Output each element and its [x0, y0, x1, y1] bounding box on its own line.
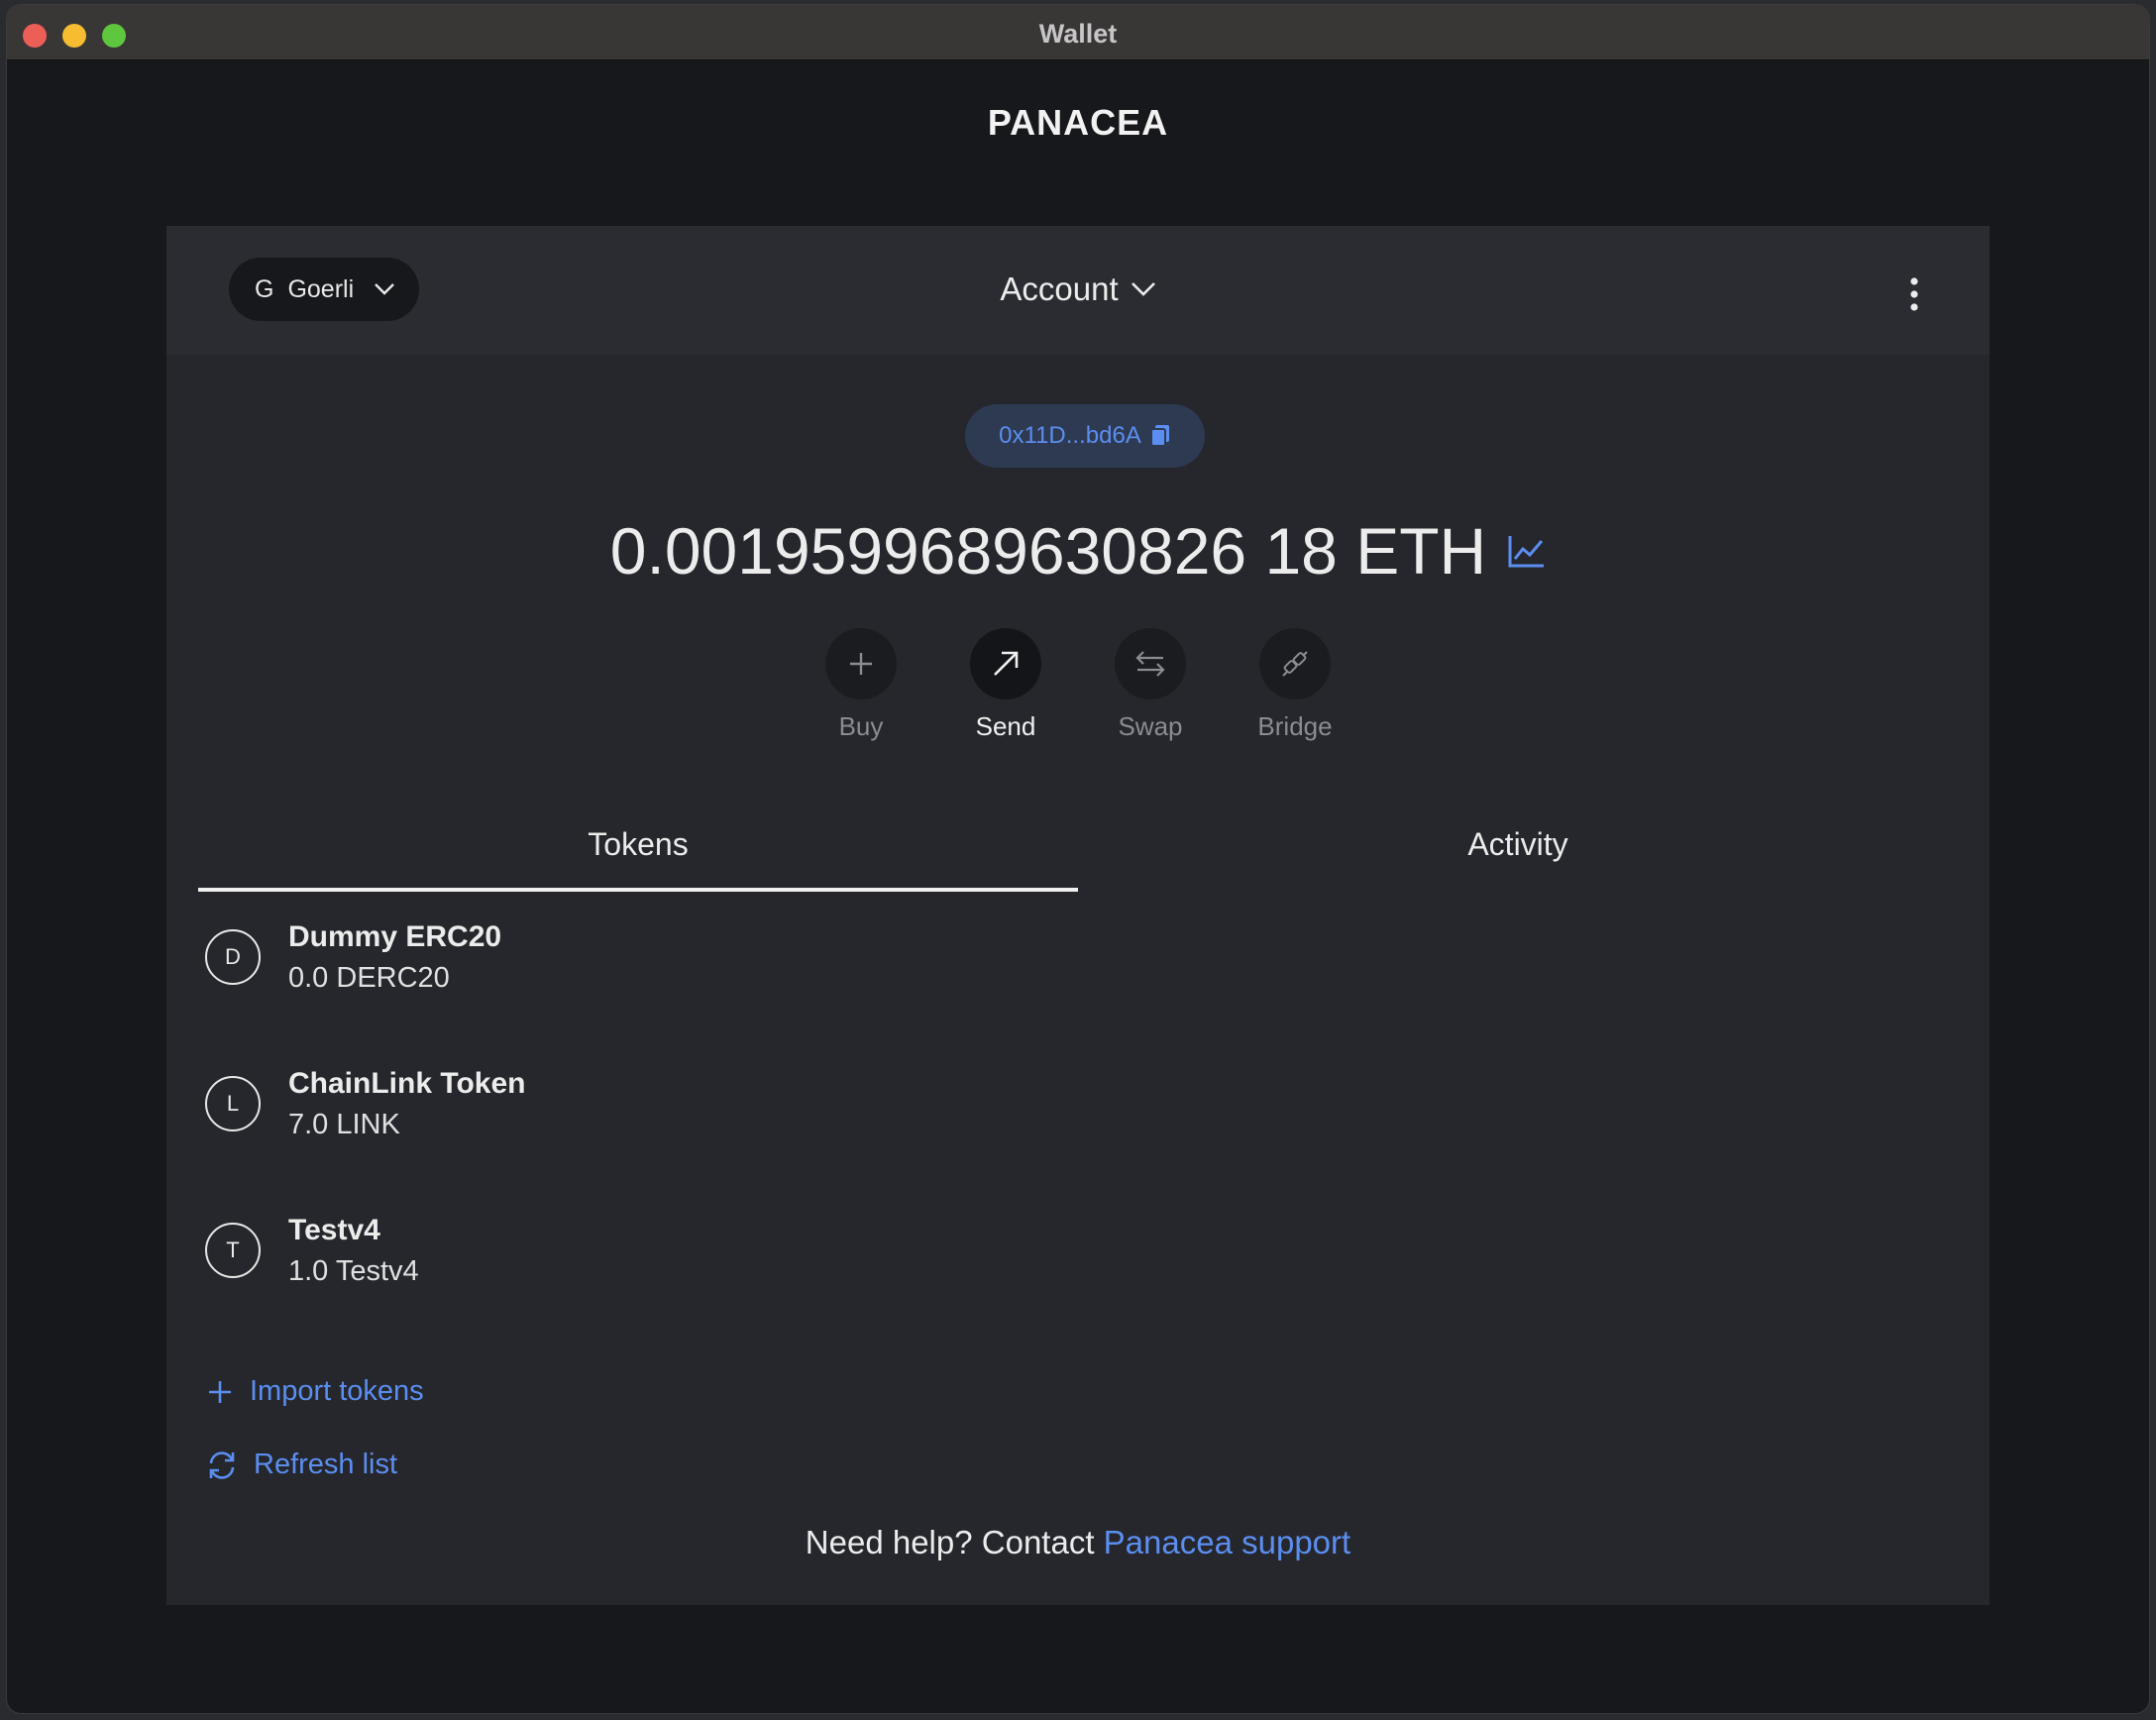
swap-button[interactable]: Swap — [1115, 628, 1186, 742]
bridge-button[interactable]: Bridge — [1257, 628, 1333, 742]
plus-icon — [209, 1380, 231, 1403]
buy-label: Buy — [838, 711, 884, 741]
token-name: Testv4 — [288, 1213, 380, 1246]
token-avatar: L — [205, 1076, 261, 1131]
tab-activity[interactable]: Activity — [1078, 801, 1958, 892]
action-buttons: Buy Send Swap Bridge — [166, 628, 1990, 742]
refresh-list-label: Refresh list — [254, 1449, 398, 1480]
account-selector[interactable]: Account — [1000, 270, 1155, 308]
token-row-derc20[interactable]: D Dummy ERC20 0.0 DERC20 — [205, 913, 501, 1002]
wallet-window: Wallet PANACEA G Goerli Account 0x11D...… — [7, 5, 2149, 1713]
chart-line-icon[interactable] — [1508, 534, 1546, 568]
token-balance: 0.0 DERC20 — [288, 961, 450, 994]
title-bar: Wallet — [7, 5, 2149, 60]
token-name: ChainLink Token — [288, 1066, 526, 1100]
plus-icon — [850, 653, 872, 675]
refresh-list-link[interactable]: Refresh list — [206, 1449, 397, 1481]
token-row-link[interactable]: L ChainLink Token 7.0 LINK — [205, 1059, 525, 1148]
help-footer: Need help? Contact Panacea support — [166, 1524, 1990, 1561]
tab-tokens[interactable]: Tokens — [198, 801, 1078, 892]
more-options-icon[interactable] — [1908, 277, 1920, 311]
bridge-icon — [1282, 651, 1308, 677]
address-copy-button[interactable]: 0x11D...bd6A — [965, 404, 1205, 468]
wallet-panel: G Goerli Account 0x11D...bd6A 0.00195996… — [166, 226, 1990, 1605]
buy-button[interactable]: Buy — [825, 628, 897, 742]
swap-icon — [1135, 651, 1165, 677]
arrow-up-right-icon — [994, 651, 1019, 676]
bridge-label: Bridge — [1257, 711, 1333, 741]
import-tokens-link[interactable]: Import tokens — [206, 1375, 424, 1408]
token-balance: 1.0 Testv4 — [288, 1254, 419, 1287]
tab-bar: Tokens Activity — [198, 801, 1958, 892]
token-balance: 7.0 LINK — [288, 1108, 400, 1140]
window-title: Wallet — [1038, 19, 1118, 49]
send-button[interactable]: Send — [970, 628, 1041, 742]
swap-label: Swap — [1118, 711, 1183, 741]
import-tokens-label: Import tokens — [250, 1375, 424, 1407]
panel-header: G Goerli Account — [166, 226, 1990, 355]
support-link[interactable]: Panacea support — [1104, 1524, 1351, 1560]
brand-title: PANACEA — [987, 102, 1169, 143]
token-avatar: T — [205, 1223, 261, 1278]
account-label: Account — [1000, 270, 1119, 307]
send-label: Send — [975, 711, 1036, 741]
copy-icon — [1149, 425, 1169, 447]
token-avatar: D — [205, 929, 261, 985]
help-text: Need help? Contact — [805, 1524, 1095, 1560]
token-row-testv4[interactable]: T Testv4 1.0 Testv4 — [205, 1206, 419, 1295]
token-name: Dummy ERC20 — [288, 919, 502, 953]
chevron-down-icon — [1131, 282, 1155, 296]
wallet-address: 0x11D...bd6A — [999, 422, 1141, 449]
eth-balance: 0.0019599689630826 18 ETH — [609, 514, 1487, 588]
refresh-icon — [209, 1451, 235, 1479]
